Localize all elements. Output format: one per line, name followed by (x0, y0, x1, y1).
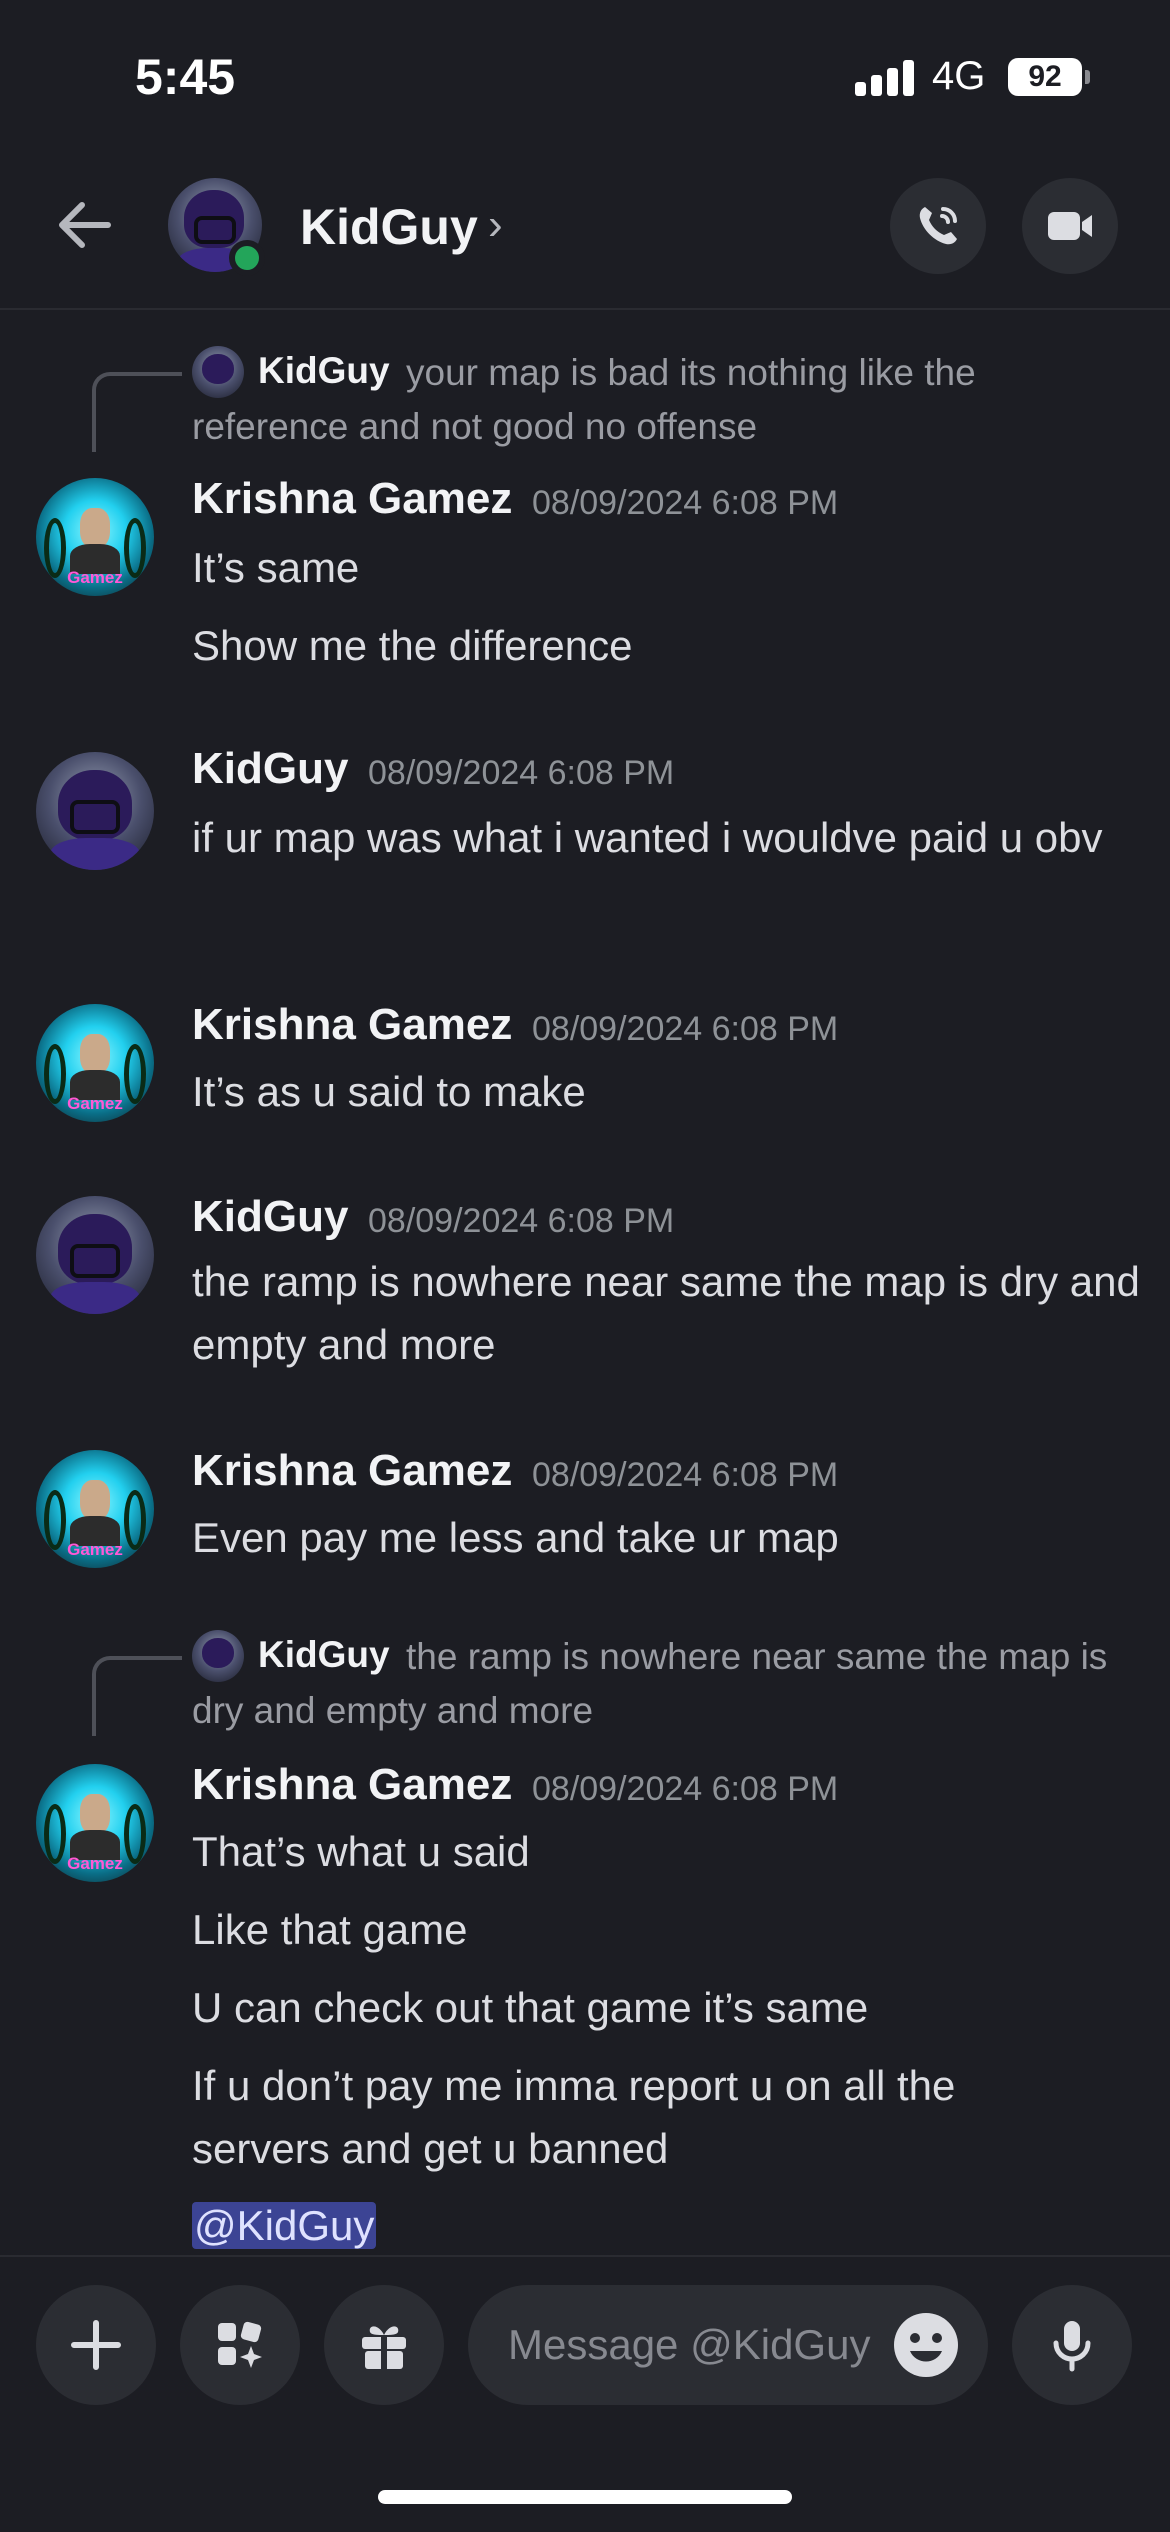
signal-icon (855, 60, 915, 96)
battery-nub (1085, 70, 1090, 84)
message-input[interactable] (508, 2315, 878, 2375)
battery-icon: 92 (1008, 58, 1082, 96)
message-author[interactable]: Krishna Gamez (192, 1000, 512, 1050)
home-indicator[interactable] (378, 2490, 792, 2504)
message-author[interactable]: KidGuy (192, 1192, 348, 1242)
author-avatar[interactable]: Gamez (36, 478, 154, 596)
author-avatar[interactable]: Gamez (36, 1764, 154, 1882)
back-arrow-icon (59, 202, 111, 248)
message-timestamp: 08/09/2024 6:08 PM (532, 1010, 839, 1048)
author-avatar[interactable] (36, 1196, 154, 1314)
message-input-container (468, 2285, 988, 2405)
online-status-indicator (229, 240, 265, 276)
video-icon (1048, 212, 1092, 240)
message-text[interactable]: Like that game (192, 1898, 1142, 1961)
message-author[interactable]: Krishna Gamez (192, 1760, 512, 1810)
message-text[interactable]: It’s same (192, 536, 1142, 599)
message-text[interactable]: Even pay me less and take ur map (192, 1506, 1142, 1569)
message-text[interactable]: if ur map was what i wanted i wouldve pa… (192, 806, 1122, 869)
message-timestamp: 08/09/2024 6:08 PM (532, 1456, 839, 1494)
voice-message-button[interactable] (1012, 2285, 1132, 2405)
message-timestamp: 08/09/2024 6:08 PM (532, 1770, 839, 1808)
message-timestamp: 08/09/2024 6:08 PM (532, 484, 839, 522)
back-button[interactable] (50, 190, 120, 260)
reply-connector (92, 1656, 182, 1736)
reply-connector (92, 372, 182, 452)
phone-icon (919, 207, 957, 245)
author-avatar[interactable] (36, 752, 154, 870)
attach-button[interactable] (36, 2285, 156, 2405)
message-text[interactable]: Show me the difference (192, 614, 1142, 677)
user-mention[interactable]: @KidGuy (192, 2202, 377, 2249)
message-composer (0, 2255, 1170, 2435)
reply-preview[interactable]: your map is bad its nothing like the ref… (192, 346, 1142, 454)
message-author[interactable]: Krishna Gamez (192, 474, 512, 524)
contact-name[interactable]: KidGuy (300, 198, 478, 256)
author-avatar[interactable]: Gamez (36, 1004, 154, 1122)
message-timestamp: 08/09/2024 6:08 PM (368, 1202, 675, 1240)
gift-icon (362, 2326, 406, 2369)
message-mention-line: @KidGuy (192, 2194, 1142, 2257)
network-type: 4G (932, 54, 986, 98)
dm-screen: 5:45 4G 92 KidGuy › KidGuy your map is b… (0, 0, 1170, 2532)
message-text[interactable]: That’s what u said (192, 1820, 1142, 1883)
apps-icon (218, 2321, 262, 2368)
plus-icon (71, 2320, 121, 2370)
status-time: 5:45 (135, 49, 236, 105)
message-timestamp: 08/09/2024 6:08 PM (368, 754, 675, 792)
status-bar: 5:45 4G 92 (0, 0, 1170, 150)
gift-button[interactable] (324, 2285, 444, 2405)
emoji-icon (894, 2313, 958, 2377)
apps-button[interactable] (180, 2285, 300, 2405)
chevron-right-icon[interactable]: › (488, 200, 503, 250)
message-author[interactable]: KidGuy (192, 744, 348, 794)
video-call-button[interactable] (1022, 178, 1118, 274)
message-author[interactable]: Krishna Gamez (192, 1446, 512, 1496)
voice-call-button[interactable] (890, 178, 986, 274)
reply-preview[interactable]: the ramp is nowhere near same the map is… (192, 1630, 1142, 1738)
author-avatar[interactable]: Gamez (36, 1450, 154, 1568)
message-text[interactable]: the ramp is nowhere near same the map is… (192, 1250, 1152, 1376)
mic-icon (1053, 2321, 1091, 2372)
message-text[interactable]: U can check out that game it’s same (192, 1976, 1142, 2039)
battery-level: 92 (1028, 60, 1062, 93)
message-text[interactable]: If u don’t pay me imma report u on all t… (192, 2054, 1092, 2180)
emoji-button[interactable] (890, 2309, 962, 2381)
conversation-header: KidGuy › (0, 160, 1170, 310)
message-text[interactable]: It’s as u said to make (192, 1060, 1142, 1123)
